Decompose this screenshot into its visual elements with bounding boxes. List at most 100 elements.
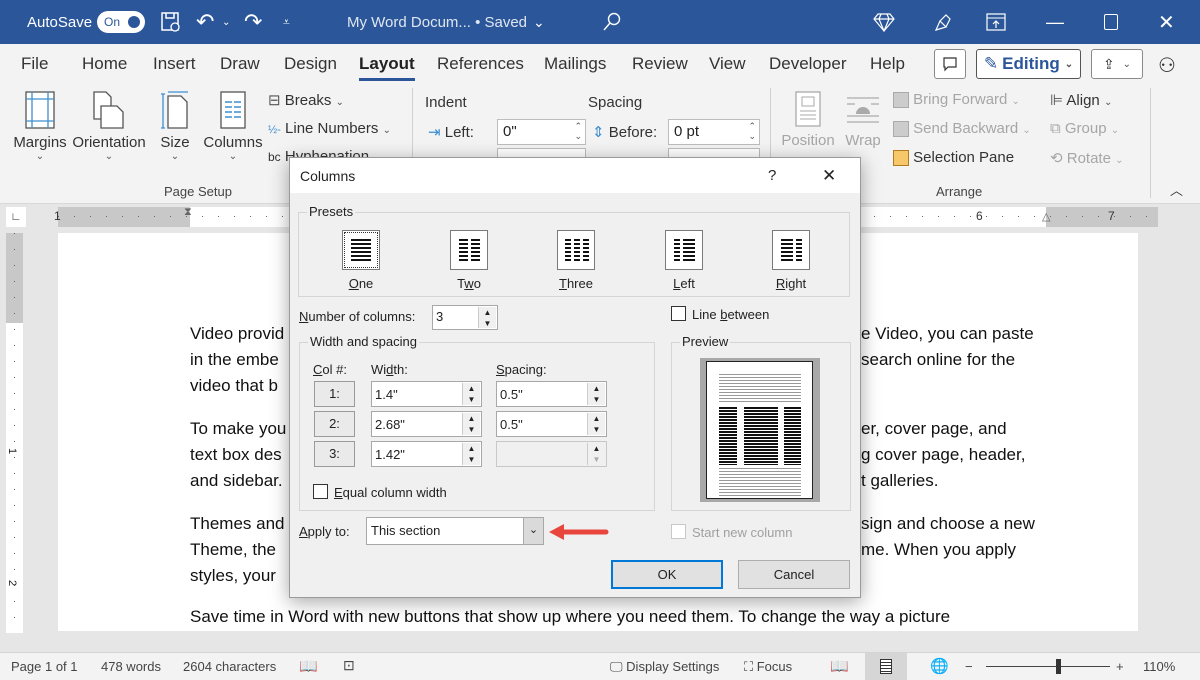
zoom-level[interactable]: 110% [1143, 659, 1175, 674]
column-spacing-spinner[interactable]: ▲ ▼ [587, 443, 605, 465]
maximize-button[interactable] [1104, 0, 1118, 44]
zoom-in-button[interactable]: + [1116, 659, 1124, 674]
breaks-button[interactable]: ⊟ Breaks ⌄ [268, 91, 344, 109]
close-window-button[interactable]: ✕ [1158, 0, 1175, 44]
tab-help[interactable]: Help [870, 54, 905, 74]
dialog-close-button[interactable]: ✕ [822, 166, 836, 186]
word-count[interactable]: 478 words [101, 659, 161, 674]
minimize-button[interactable]: — [1046, 0, 1064, 44]
col-number-button[interactable]: 2: [314, 411, 355, 437]
start-new-column-checkbox[interactable] [671, 524, 686, 539]
preset-three[interactable] [557, 230, 595, 270]
save-icon[interactable] [160, 0, 182, 44]
size-button[interactable]: Size ⌄ [156, 90, 194, 162]
indent-left-input[interactable]: 0" ⌃ ⌄ [497, 119, 586, 145]
align-button[interactable]: ⊫ Align ⌄ [1050, 91, 1112, 109]
column-width-input[interactable]: 2.68" ▲ ▼ [371, 411, 482, 437]
undo-dropdown-icon[interactable]: ⌄ [222, 0, 230, 44]
tab-developer[interactable]: Developer [769, 54, 847, 74]
left-indent-marker[interactable]: ⧗ [184, 206, 192, 219]
margins-button[interactable]: Margins ⌄ [12, 90, 68, 162]
collapse-ribbon-icon[interactable]: ︿ [1170, 180, 1183, 199]
tab-references[interactable]: References [437, 54, 524, 74]
indent-left-spinner[interactable]: ⌃ ⌄ [574, 121, 582, 141]
line-numbers-button[interactable]: ½- Line Numbers ⌄ [268, 120, 391, 137]
tab-view[interactable]: View [709, 54, 746, 74]
zoom-slider[interactable] [986, 659, 1110, 674]
ok-button[interactable]: OK [611, 560, 723, 589]
title-chevron-icon[interactable]: ⌄ [533, 0, 545, 44]
column-spacing-spinner[interactable]: ▲ ▼ [587, 383, 605, 405]
apply-to-chevron-icon[interactable]: ⌄ [523, 518, 543, 544]
tab-selector[interactable]: ∟ [6, 207, 26, 227]
send-backward-button[interactable]: Send Backward ⌄ [893, 120, 1031, 138]
column-spacing-input[interactable]: 0.5" ▲ ▼ [496, 381, 607, 407]
focus-button[interactable]: ⛶ Focus [744, 659, 792, 675]
equal-column-width-checkbox[interactable] [313, 484, 328, 499]
col-number-button[interactable]: 1: [314, 381, 355, 407]
tab-review[interactable]: Review [632, 54, 688, 74]
page-count[interactable]: Page 1 of 1 [11, 659, 78, 674]
tab-file[interactable]: File [21, 54, 48, 74]
zoom-slider-thumb[interactable] [1055, 659, 1061, 674]
col-number-button[interactable]: 3: [314, 441, 355, 467]
number-of-columns-input[interactable]: 3 ▲ ▼ [432, 305, 498, 330]
preset-one[interactable] [342, 230, 380, 270]
help-button[interactable]: ? [768, 167, 776, 184]
column-width-spinner[interactable]: ▲ ▼ [462, 413, 480, 435]
display-settings-button[interactable]: 🖵 Display Settings [610, 659, 719, 675]
selection-pane-button[interactable]: Selection Pane [893, 149, 1014, 167]
spacing-before-input[interactable]: 0 pt ⌃ ⌄ [668, 119, 760, 145]
position-button[interactable]: Position [780, 90, 836, 149]
line-between-checkbox[interactable] [671, 306, 686, 321]
wrap-text-button[interactable]: Wrap [840, 90, 886, 149]
columns-button[interactable]: Columns ⌄ [202, 90, 264, 162]
share-button[interactable]: ⇪ ⌄ [1091, 49, 1143, 79]
vertical-ruler[interactable]: 1 2 [6, 233, 23, 633]
tab-mailings[interactable]: Mailings [544, 54, 606, 74]
tab-draw[interactable]: Draw [220, 54, 260, 74]
print-layout-button[interactable] [865, 653, 907, 680]
column-width-spinner[interactable]: ▲ ▼ [462, 383, 480, 405]
orientation-button[interactable]: Orientation ⌄ [70, 90, 148, 162]
customize-toolbar-icon[interactable]: ⩡ [283, 0, 290, 44]
editing-mode-button[interactable]: ✎ Editing ⌄ [976, 49, 1081, 79]
vertical-scrollbar[interactable] [1186, 204, 1200, 650]
right-indent-marker[interactable]: △ [1042, 210, 1050, 223]
read-mode-icon[interactable]: 📖 [830, 657, 849, 675]
column-width-input[interactable]: 1.42" ▲ ▼ [371, 441, 482, 467]
column-width-spinner[interactable]: ▲ ▼ [462, 443, 480, 465]
tab-design[interactable]: Design [284, 54, 337, 74]
zoom-out-button[interactable]: − [965, 659, 973, 674]
search-icon[interactable] [602, 0, 622, 44]
column-spacing-spinner[interactable]: ▲ ▼ [587, 413, 605, 435]
number-of-columns-spinner[interactable]: ▲ ▼ [478, 307, 496, 328]
web-layout-icon[interactable]: 🌐 [930, 657, 949, 675]
coauthor-icon[interactable]: ⚇ [1158, 53, 1176, 78]
comments-button[interactable] [934, 49, 966, 79]
redo-icon[interactable]: ↷ [244, 0, 262, 44]
pen-feedback-icon[interactable] [932, 0, 954, 44]
preset-two[interactable] [450, 230, 488, 270]
bring-forward-button[interactable]: Bring Forward ⌄ [893, 91, 1020, 109]
tab-insert[interactable]: Insert [153, 54, 196, 74]
autosave-toggle[interactable]: On [97, 0, 145, 44]
column-width-input[interactable]: 1.4" ▲ ▼ [371, 381, 482, 407]
character-count[interactable]: 2604 characters [183, 659, 276, 674]
preset-left[interactable] [665, 230, 703, 270]
preset-right[interactable] [772, 230, 810, 270]
tab-home[interactable]: Home [82, 54, 127, 74]
column-spacing-input[interactable]: ▲ ▼ [496, 441, 607, 467]
diamond-icon[interactable] [873, 0, 895, 44]
spacing-before-spinner[interactable]: ⌃ ⌄ [748, 121, 756, 141]
group-button[interactable]: ⧉ Group ⌄ [1050, 120, 1119, 137]
document-title[interactable]: My Word Docum... • Saved [347, 0, 527, 44]
ribbon-display-icon[interactable] [986, 0, 1006, 44]
tab-layout[interactable]: Layout [359, 54, 415, 81]
apply-to-dropdown[interactable]: This section ⌄ [366, 517, 544, 545]
rotate-button[interactable]: ⟲ Rotate ⌄ [1050, 149, 1124, 167]
proofing-icon[interactable]: 📖 [299, 657, 318, 675]
undo-icon[interactable]: ↶ [196, 0, 214, 44]
column-spacing-input[interactable]: 0.5" ▲ ▼ [496, 411, 607, 437]
accessibility-icon[interactable]: ⊡ [343, 657, 355, 674]
